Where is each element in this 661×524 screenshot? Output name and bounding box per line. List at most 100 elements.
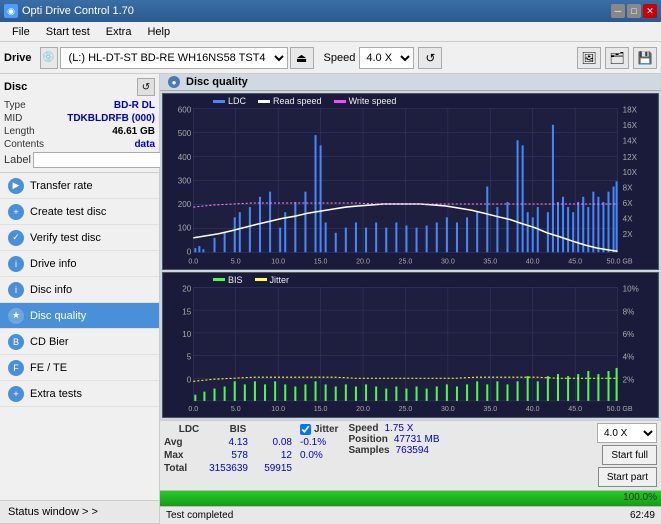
tool-btn-2[interactable]: 🗂 — [605, 47, 629, 69]
close-button[interactable]: ✕ — [643, 4, 657, 18]
extra-tests-icon: + — [8, 386, 24, 402]
speed-select[interactable]: 4.0 X — [359, 47, 414, 69]
svg-text:600: 600 — [178, 105, 192, 114]
eject-button[interactable]: ⏏ — [290, 47, 314, 69]
start-part-button[interactable]: Start part — [598, 467, 657, 487]
menu-extra[interactable]: Extra — [98, 24, 140, 40]
nav-extra-tests-label: Extra tests — [30, 388, 82, 400]
start-full-button[interactable]: Start full — [602, 445, 657, 465]
disc-length-value: 46.61 GB — [112, 126, 155, 137]
disc-length-row: Length 46.61 GB — [4, 126, 155, 137]
stats-bar: LDC BIS Avg 4.13 0.08 Max 578 12 Total 3… — [160, 420, 661, 490]
svg-text:2%: 2% — [623, 375, 635, 384]
svg-text:50.0 GB: 50.0 GB — [607, 258, 633, 266]
nav-create-test-disc[interactable]: + Create test disc — [0, 199, 159, 225]
chart1-svg: 600 500 400 300 200 100 0 18X 16X 14X 12… — [163, 94, 658, 269]
app-title: Opti Drive Control 1.70 — [22, 5, 134, 17]
disc-contents-label: Contents — [4, 139, 44, 150]
max-jitter-value: 0.0% — [300, 449, 338, 462]
svg-text:10.0: 10.0 — [271, 258, 285, 266]
ldc-header: LDC — [164, 424, 214, 435]
nav-disc-quality[interactable]: ★ Disc quality — [0, 303, 159, 329]
svg-text:5.0: 5.0 — [231, 405, 241, 413]
nav-verify-test-disc[interactable]: ✓ Verify test disc — [0, 225, 159, 251]
avg-row: Avg 4.13 0.08 — [164, 436, 292, 449]
title-bar-left: ◉ Opti Drive Control 1.70 — [4, 4, 134, 18]
max-label: Max — [164, 450, 194, 461]
svg-text:50.0 GB: 50.0 GB — [607, 405, 633, 413]
nav-create-test-disc-label: Create test disc — [30, 206, 106, 218]
charts-wrapper: LDC Read speed Write speed — [160, 91, 661, 420]
progress-bar-container: 100.0% — [160, 490, 661, 506]
nav-transfer-rate[interactable]: ▶ Transfer rate — [0, 173, 159, 199]
menu-start-test[interactable]: Start test — [38, 24, 98, 40]
svg-text:16X: 16X — [623, 121, 638, 130]
svg-text:25.0: 25.0 — [399, 258, 413, 266]
svg-text:15: 15 — [182, 307, 191, 316]
svg-text:25.0: 25.0 — [399, 405, 413, 413]
disc-title: Disc — [4, 81, 27, 93]
disc-header: Disc ↺ — [4, 78, 155, 96]
transfer-rate-icon: ▶ — [8, 178, 24, 194]
disc-refresh-button[interactable]: ↺ — [137, 78, 155, 96]
drive-select[interactable]: (L:) HL-DT-ST BD-RE WH16NS58 TST4 — [60, 47, 288, 69]
minimize-button[interactable]: ─ — [611, 4, 625, 18]
max-ldc-value: 578 — [198, 450, 248, 461]
legend-bis-color — [213, 278, 225, 281]
tool-btn-1[interactable]: 🖼 — [577, 47, 601, 69]
chart-header: ● Disc quality — [160, 74, 661, 91]
samples-label: Samples — [348, 445, 389, 456]
legend-read-speed: Read speed — [258, 96, 322, 106]
stats-speed-pos: Speed 1.75 X Position 47731 MB Samples 7… — [348, 423, 439, 456]
svg-text:30.0: 30.0 — [441, 258, 455, 266]
svg-text:10.0: 10.0 — [271, 405, 285, 413]
nav-disc-info[interactable]: i Disc info — [0, 277, 159, 303]
nav-transfer-rate-label: Transfer rate — [30, 180, 93, 192]
jitter-checkbox[interactable] — [300, 424, 311, 435]
samples-value: 763594 — [396, 445, 429, 456]
status-window-button[interactable]: Status window > > — [0, 500, 159, 524]
total-ldc-value: 3153639 — [198, 463, 248, 474]
chart1-legend: LDC Read speed Write speed — [213, 96, 396, 106]
disc-label-row: Label 🔍 — [4, 152, 155, 168]
nav-disc-quality-label: Disc quality — [30, 310, 86, 322]
svg-text:0.0: 0.0 — [188, 405, 198, 413]
svg-text:0: 0 — [187, 375, 192, 384]
speed-row: Speed 1.75 X — [348, 423, 439, 434]
legend-read-color — [258, 100, 270, 103]
refresh-button[interactable]: ↺ — [418, 47, 442, 69]
nav-cd-bier[interactable]: B CD Bier — [0, 329, 159, 355]
svg-text:6X: 6X — [623, 199, 633, 208]
total-label: Total — [164, 463, 194, 474]
disc-info-icon: i — [8, 282, 24, 298]
svg-text:100: 100 — [178, 224, 192, 233]
disc-mid-value: TDKBLDRFB (000) — [67, 113, 155, 124]
status-text: Test completed — [166, 510, 233, 521]
create-test-disc-icon: + — [8, 204, 24, 220]
cd-bier-icon: B — [8, 334, 24, 350]
stats-speed-select[interactable]: 4.0 X — [597, 423, 657, 443]
title-bar-controls: ─ □ ✕ — [611, 4, 657, 18]
jitter-header: Jitter — [300, 423, 338, 436]
avg-jitter-value: -0.1% — [300, 436, 338, 449]
menu-file[interactable]: File — [4, 24, 38, 40]
drive-label: Drive — [4, 52, 32, 64]
avg-label: Avg — [164, 437, 194, 448]
svg-text:30.0: 30.0 — [441, 405, 455, 413]
chart1: LDC Read speed Write speed — [162, 93, 659, 270]
svg-text:45.0: 45.0 — [568, 405, 582, 413]
menu-help[interactable]: Help — [139, 24, 178, 40]
speed-label: Speed — [324, 52, 356, 64]
disc-label-input[interactable] — [33, 152, 171, 168]
nav-items: ▶ Transfer rate + Create test disc ✓ Ver… — [0, 173, 159, 500]
disc-contents-row: Contents data — [4, 139, 155, 150]
speed-value: 1.75 X — [384, 423, 413, 434]
legend-ldc-color — [213, 100, 225, 103]
progress-bar-fill — [160, 491, 661, 506]
maximize-button[interactable]: □ — [627, 4, 641, 18]
nav-extra-tests[interactable]: + Extra tests — [0, 381, 159, 407]
save-button[interactable]: 💾 — [633, 47, 657, 69]
nav-fe-te[interactable]: F FE / TE — [0, 355, 159, 381]
svg-text:12X: 12X — [623, 153, 638, 162]
nav-drive-info[interactable]: i Drive info — [0, 251, 159, 277]
